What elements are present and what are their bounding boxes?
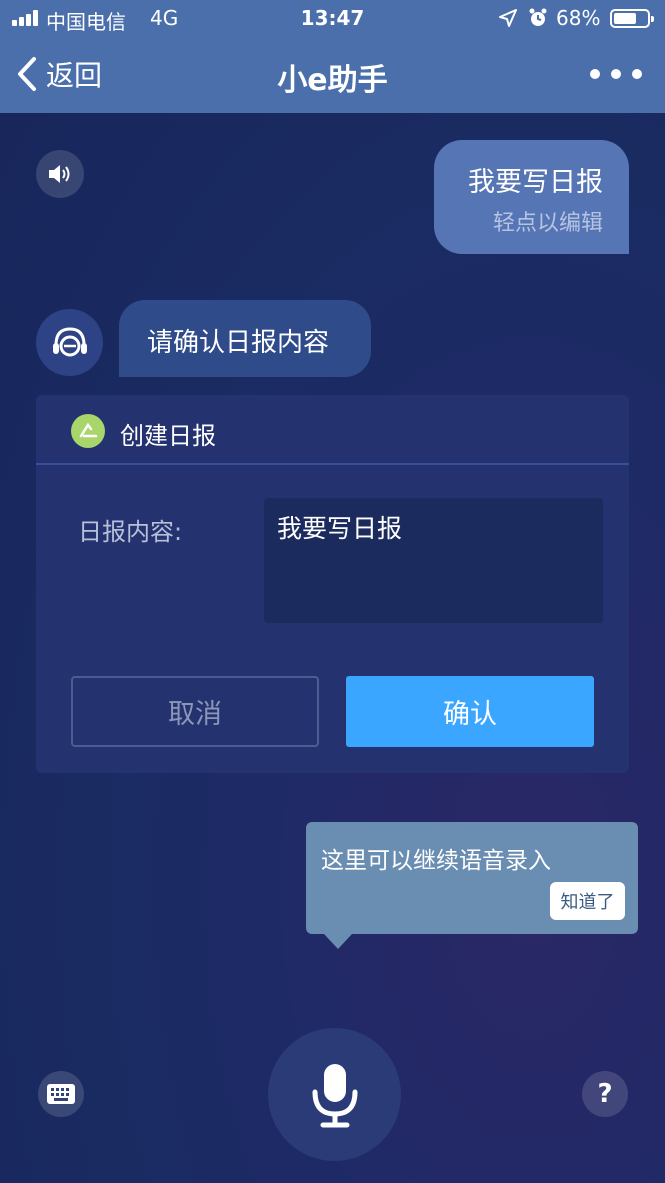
card-header: 创建日报 [36,395,629,465]
battery-fill [614,13,636,24]
help-button[interactable]: ? [582,1071,628,1117]
daily-report-card: 创建日报 日报内容: 我要写日报 取消 确认 [36,395,629,773]
back-label: 返回 [46,59,103,92]
confirm-button[interactable]: 确认 [346,676,594,747]
edit-hint: 轻点以编辑 [492,211,603,236]
got-it-button[interactable]: 知道了 [550,882,625,920]
nav-bar: 返回 小e助手 [0,38,665,113]
back-button[interactable]: 返回 [14,52,102,96]
status-bar: 中国电信 4G 13:47 68% [0,0,665,38]
keyboard-icon [47,1084,75,1104]
cancel-button[interactable]: 取消 [71,676,319,747]
more-dots-icon [590,69,600,79]
microphone-icon [312,1063,357,1127]
keyboard-button[interactable] [38,1071,84,1117]
help-icon: ? [597,1079,613,1109]
alarm-icon [529,8,547,26]
tooltip-arrow [324,934,352,949]
assistant-avatar-icon [52,326,87,356]
speaker-icon [49,165,70,183]
header: 中国电信 4G 13:47 68% 返回 小e助手 [0,0,665,113]
card-title: 创建日报 [120,422,216,450]
report-content-field[interactable]: 我要写日报 [264,498,603,623]
location-icon [499,9,517,27]
battery-icon [610,9,654,28]
tooltip-text: 这里可以继续语音录入 [321,848,551,874]
content-label: 日报内容: [78,518,183,546]
assistant-avatar [36,309,103,376]
user-message-bubble[interactable]: 我要写日报 轻点以编辑 [434,140,629,254]
chevron-left-icon [18,57,36,91]
microphone-button[interactable] [268,1028,401,1161]
assistant-message-bubble: 请确认日报内容 [119,300,371,377]
user-message-text: 我要写日报 [468,167,603,198]
app-logo-icon [71,414,105,448]
voice-tooltip: 这里可以继续语音录入 知道了 [306,822,638,949]
more-button[interactable] [590,60,642,88]
battery-percent: 68% [556,6,601,30]
speaker-button[interactable] [36,150,84,198]
